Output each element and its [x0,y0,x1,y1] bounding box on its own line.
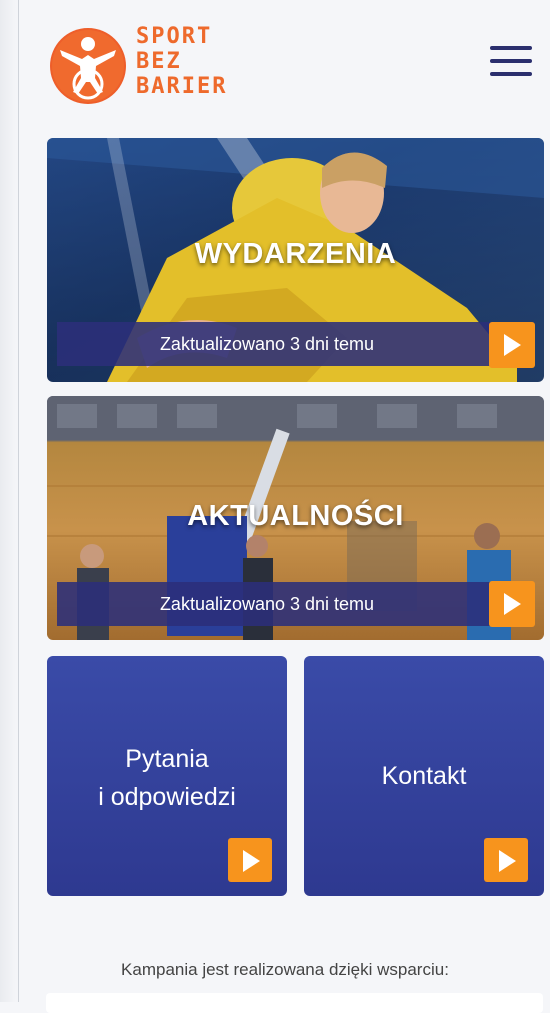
faq-label: Pytania i odpowiedzi [47,740,287,816]
news-play-button[interactable] [489,581,535,627]
left-edge [0,0,20,1002]
left-border [18,0,19,1002]
events-status-bar: Zaktualizowano 3 dni temu [57,322,527,366]
logo-line-sport: SPORT [136,24,213,49]
news-status-bar: Zaktualizowano 3 dni temu [57,582,527,626]
faq-play-button[interactable] [228,838,272,882]
menu-bar [490,72,532,76]
site-header: SPORT BEZ BARIER [20,0,550,128]
faq-tile[interactable]: Pytania i odpowiedzi [47,656,287,896]
news-title: AKTUALNOŚCI [187,500,404,532]
events-status-text: Zaktualizowano 3 dni temu [159,334,375,354]
hamburger-menu-icon[interactable] [490,46,532,82]
campaign-support-text: Kampania jest realizowana dzięki wsparci… [121,960,449,979]
events-title: WYDARZENIA [194,238,397,270]
faq-label-line2: i odpowiedzi [98,783,236,811]
play-icon [243,850,260,872]
contact-play-button[interactable] [484,838,528,882]
contact-tile[interactable]: Kontakt [304,656,544,896]
events-play-button[interactable] [489,322,535,368]
events-card[interactable]: WYDARZENIA Zaktualizowano 3 dni temu [47,138,544,382]
logo-text: SPORT BEZ BARIER [136,24,227,99]
news-status-text: Zaktualizowano 3 dni temu [159,594,375,614]
play-icon [499,850,516,872]
logo-line-bez: BEZ [136,49,182,74]
sponsors-box [46,993,543,1013]
play-icon [504,593,521,615]
logo[interactable]: SPORT BEZ BARIER [48,22,298,114]
menu-bar [490,59,532,63]
faq-label-line1: Pytania [125,745,209,773]
contact-label: Kontakt [381,762,467,790]
logo-icon [50,28,126,104]
menu-bar [490,46,532,50]
news-card[interactable]: AKTUALNOŚCI Zaktualizowano 3 dni temu [47,396,544,640]
logo-line-barier: BARIER [136,74,228,99]
play-icon [504,334,521,356]
